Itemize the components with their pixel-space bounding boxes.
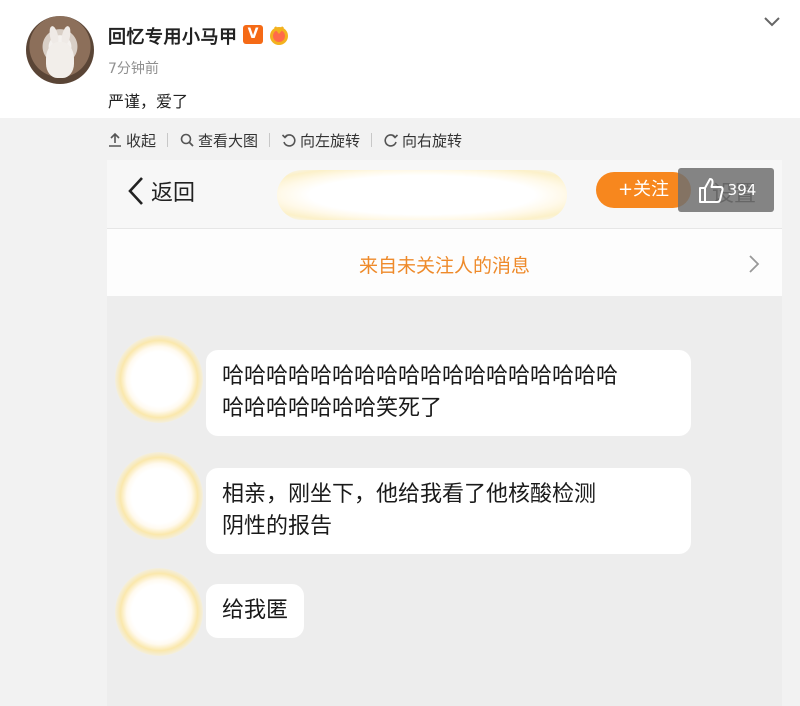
message-text: 阴性的报告 bbox=[222, 514, 333, 539]
message-text: 相亲，刚坐下，他给我看了他核酸检测 bbox=[222, 482, 597, 507]
rotate-left-icon bbox=[281, 134, 296, 147]
message-text: 哈哈哈哈哈哈哈笑死了 bbox=[222, 396, 443, 421]
blurred-contact-name bbox=[277, 170, 567, 220]
medal-icon bbox=[270, 26, 288, 45]
message-bubble: 相亲，刚坐下，他给我看了他核酸检测 阴性的报告 bbox=[206, 468, 691, 554]
avatar bbox=[115, 335, 203, 423]
rotate-right-label: 向右旋转 bbox=[402, 131, 463, 150]
rotate-right-button[interactable]: 向右旋转 bbox=[383, 130, 462, 151]
rotate-left-button[interactable]: 向左旋转 bbox=[281, 130, 360, 151]
post-text: 严谨，爱了 bbox=[108, 92, 189, 111]
divider bbox=[269, 133, 271, 147]
message-text: 哈哈哈哈哈哈哈哈哈哈哈哈哈哈哈哈哈哈 bbox=[222, 364, 619, 389]
message-bubble: 给我匿 bbox=[206, 584, 305, 638]
collapse-button[interactable]: 收起 bbox=[107, 130, 156, 151]
avatar bbox=[115, 452, 203, 540]
avatar[interactable] bbox=[26, 16, 94, 84]
post-header: 回忆专用小马甲 V 7分钟前 严谨，爱了 bbox=[0, 0, 800, 118]
message-text: 给我匿 bbox=[222, 598, 289, 623]
back-button[interactable]: 返回 bbox=[125, 174, 195, 208]
collapse-icon bbox=[109, 132, 121, 147]
message-bubble: 哈哈哈哈哈哈哈哈哈哈哈哈哈哈哈哈哈哈 哈哈哈哈哈哈哈笑死了 bbox=[206, 350, 691, 436]
back-arrow-icon bbox=[128, 177, 143, 205]
view-large-label: 查看大图 bbox=[198, 131, 259, 150]
follow-button[interactable]: +关注 bbox=[596, 172, 691, 208]
divider bbox=[167, 133, 169, 147]
chat-nav-bar: 返回 +关注 设置 394 bbox=[107, 160, 782, 228]
like-count: 394 bbox=[727, 181, 757, 199]
chevron-right-icon bbox=[749, 255, 760, 273]
collapse-label: 收起 bbox=[126, 131, 157, 150]
username[interactable]: 回忆专用小马甲 bbox=[108, 23, 238, 49]
divider bbox=[371, 133, 373, 147]
view-large-button[interactable]: 查看大图 bbox=[179, 130, 258, 151]
chevron-down-icon[interactable] bbox=[762, 14, 782, 30]
timestamp: 7分钟前 bbox=[108, 61, 159, 77]
back-label: 返回 bbox=[151, 181, 196, 206]
rotate-left-label: 向左旋转 bbox=[300, 131, 361, 150]
avatar bbox=[115, 568, 203, 656]
post-image[interactable]: 返回 +关注 设置 394 来自未关注人的消息 哈哈哈哈哈哈哈哈哈哈哈哈哈哈哈哈… bbox=[107, 160, 782, 706]
rotate-right-icon bbox=[384, 134, 399, 147]
like-button[interactable]: 394 bbox=[678, 168, 774, 212]
image-toolbar: 收起 查看大图 向左旋转 向右旋转 bbox=[107, 128, 462, 152]
stranger-message-notice[interactable]: 来自未关注人的消息 bbox=[107, 228, 782, 296]
notice-text: 来自未关注人的消息 bbox=[358, 255, 530, 277]
magnifier-icon bbox=[180, 133, 194, 147]
vip-badge: V bbox=[243, 25, 263, 44]
thumbs-up-icon bbox=[698, 178, 724, 203]
